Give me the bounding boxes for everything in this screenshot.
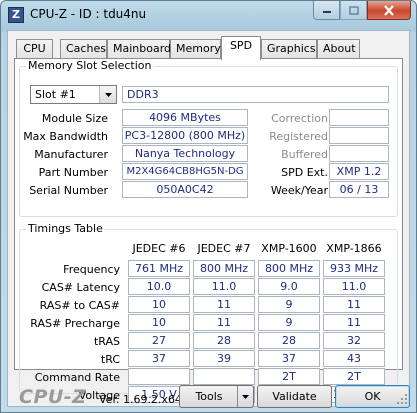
title-bar[interactable]: Z CPU-Z - ID : tdu4nu	[1, 1, 416, 29]
version-label: Ver. 1.69.2.x64	[99, 393, 182, 406]
tab-cpu[interactable]: CPU	[16, 39, 53, 59]
module-size-label: Module Size	[41, 112, 108, 125]
timing-value-cell: 10	[128, 314, 190, 331]
timing-value-cell: 800 MHz	[258, 260, 320, 277]
week-year-value: 06 / 13	[329, 181, 389, 198]
part-number-label: Part Number	[38, 166, 108, 179]
timing-value-cell	[193, 368, 255, 385]
timing-value-cell: 11.0	[323, 278, 385, 295]
timing-value-cell: 11.0	[193, 278, 255, 295]
timings-column-header: XMP-1600	[261, 242, 317, 255]
tab-caches[interactable]: Caches	[60, 39, 107, 59]
tab-graphics[interactable]: Graphics	[261, 39, 317, 59]
timing-row-label: RAS# Precharge	[30, 317, 120, 330]
buffered-label: Buffered	[281, 148, 328, 161]
serial-number-value: 050A0C42	[122, 181, 248, 198]
timing-value-cell: 10.0	[128, 278, 190, 295]
spd-ext-value: XMP 1.2	[329, 163, 389, 180]
part-number-value: M2X4G64CB8HG5N-DG	[122, 163, 248, 180]
timing-row-label: RAS# to CAS#	[39, 299, 120, 312]
validate-button[interactable]: Validate	[257, 385, 332, 408]
timings-table-title: Timings Table	[26, 222, 105, 235]
tools-dropdown[interactable]	[237, 386, 253, 407]
timing-value-cell: 9	[258, 314, 320, 331]
resize-grip-icon[interactable]	[397, 394, 408, 405]
timing-value-cell: 2T	[258, 368, 320, 385]
maximize-icon	[348, 5, 359, 15]
buffered-value	[329, 145, 389, 162]
week-year-label: Week/Year	[270, 184, 328, 197]
timings-column-header: XMP-1866	[326, 242, 382, 255]
spd-ext-label: SPD Ext.	[281, 166, 328, 179]
tab-spd[interactable]: SPD	[221, 36, 261, 60]
module-size-value: 4096 MBytes	[122, 109, 248, 126]
client-area: CPU Caches Mainboard Memory SPD Graphics…	[7, 30, 410, 408]
close-icon	[384, 4, 394, 16]
timing-row-label: Frequency	[63, 263, 120, 276]
memory-slot-selection-group: Memory Slot Selection Slot #1 DDR3 Modul…	[19, 59, 398, 217]
minimize-button[interactable]	[313, 1, 340, 20]
timing-value-cell: 10	[128, 296, 190, 313]
timing-value-cell: 800 MHz	[193, 260, 255, 277]
timing-value-cell: 11	[323, 314, 385, 331]
timings-column-header: JEDEC #7	[197, 242, 251, 255]
window-controls	[313, 1, 411, 21]
correction-value	[329, 109, 389, 126]
timing-value-cell: 2T	[323, 368, 385, 385]
timing-value-cell: 37	[128, 350, 190, 367]
timings-column-header: JEDEC #6	[132, 242, 186, 255]
timing-value-cell: 37	[258, 350, 320, 367]
tab-memory[interactable]: Memory	[170, 39, 221, 59]
timing-value-cell: 32	[323, 332, 385, 349]
tools-button-label: Tools	[195, 390, 223, 403]
timing-value-cell: 28	[193, 332, 255, 349]
tab-mainboard[interactable]: Mainboard	[107, 39, 171, 59]
chevron-down-icon	[242, 394, 249, 399]
timing-value-cell: 11	[193, 314, 255, 331]
tab-about[interactable]: About	[317, 39, 360, 59]
timing-value-cell: 28	[258, 332, 320, 349]
minimize-icon	[322, 11, 331, 13]
timing-row-label: Command Rate	[34, 371, 120, 384]
serial-number-label: Serial Number	[29, 184, 108, 197]
timing-value-cell: 933 MHz	[323, 260, 385, 277]
window-title: CPU-Z - ID : tdu4nu	[30, 7, 147, 21]
max-bandwidth-value: PC3-12800 (800 MHz)	[122, 127, 248, 144]
manufacturer-value: Nanya Technology	[122, 145, 248, 162]
timing-value-cell	[128, 368, 190, 385]
tools-button[interactable]: Tools	[179, 385, 254, 408]
cpuz-window: Z CPU-Z - ID : tdu4nu CPU Caches Mainboa…	[0, 0, 417, 413]
timing-value-cell: 9	[258, 296, 320, 313]
timing-value-cell: 11	[193, 296, 255, 313]
manufacturer-label: Manufacturer	[34, 148, 108, 161]
correction-label: Correction	[271, 112, 328, 125]
timing-row-label: tRAS	[93, 335, 120, 348]
timing-value-cell: 43	[323, 350, 385, 367]
timing-row-label: tRC	[100, 353, 120, 366]
close-button[interactable]	[367, 1, 411, 20]
timing-value-cell: 9.0	[258, 278, 320, 295]
timing-value-cell: 11	[323, 296, 385, 313]
memory-slot-selection-title: Memory Slot Selection	[26, 59, 154, 72]
slot-select-value: Slot #1	[35, 88, 76, 101]
timing-row-label: CAS# Latency	[41, 281, 120, 294]
chevron-down-icon	[104, 92, 112, 97]
slot-select[interactable]: Slot #1	[30, 85, 117, 104]
timing-value-cell: 27	[128, 332, 190, 349]
cpuz-app-icon[interactable]: Z	[8, 7, 24, 23]
memory-type-value: DDR3	[122, 86, 389, 103]
timings-table-group: Timings Table JEDEC #6 JEDEC #7 XMP-1600…	[19, 222, 398, 403]
slot-select-dropdown[interactable]	[99, 86, 116, 103]
registered-label: Registered	[269, 130, 328, 143]
cpuz-logo: CPU-Z	[19, 386, 87, 408]
timing-value-cell: 39	[193, 350, 255, 367]
maximize-button[interactable]	[340, 1, 367, 20]
registered-value	[329, 127, 389, 144]
timing-value-cell: 761 MHz	[128, 260, 190, 277]
spd-panel: Memory Slot Selection Slot #1 DDR3 Modul…	[14, 58, 403, 403]
max-bandwidth-label: Max Bandwidth	[23, 130, 108, 143]
